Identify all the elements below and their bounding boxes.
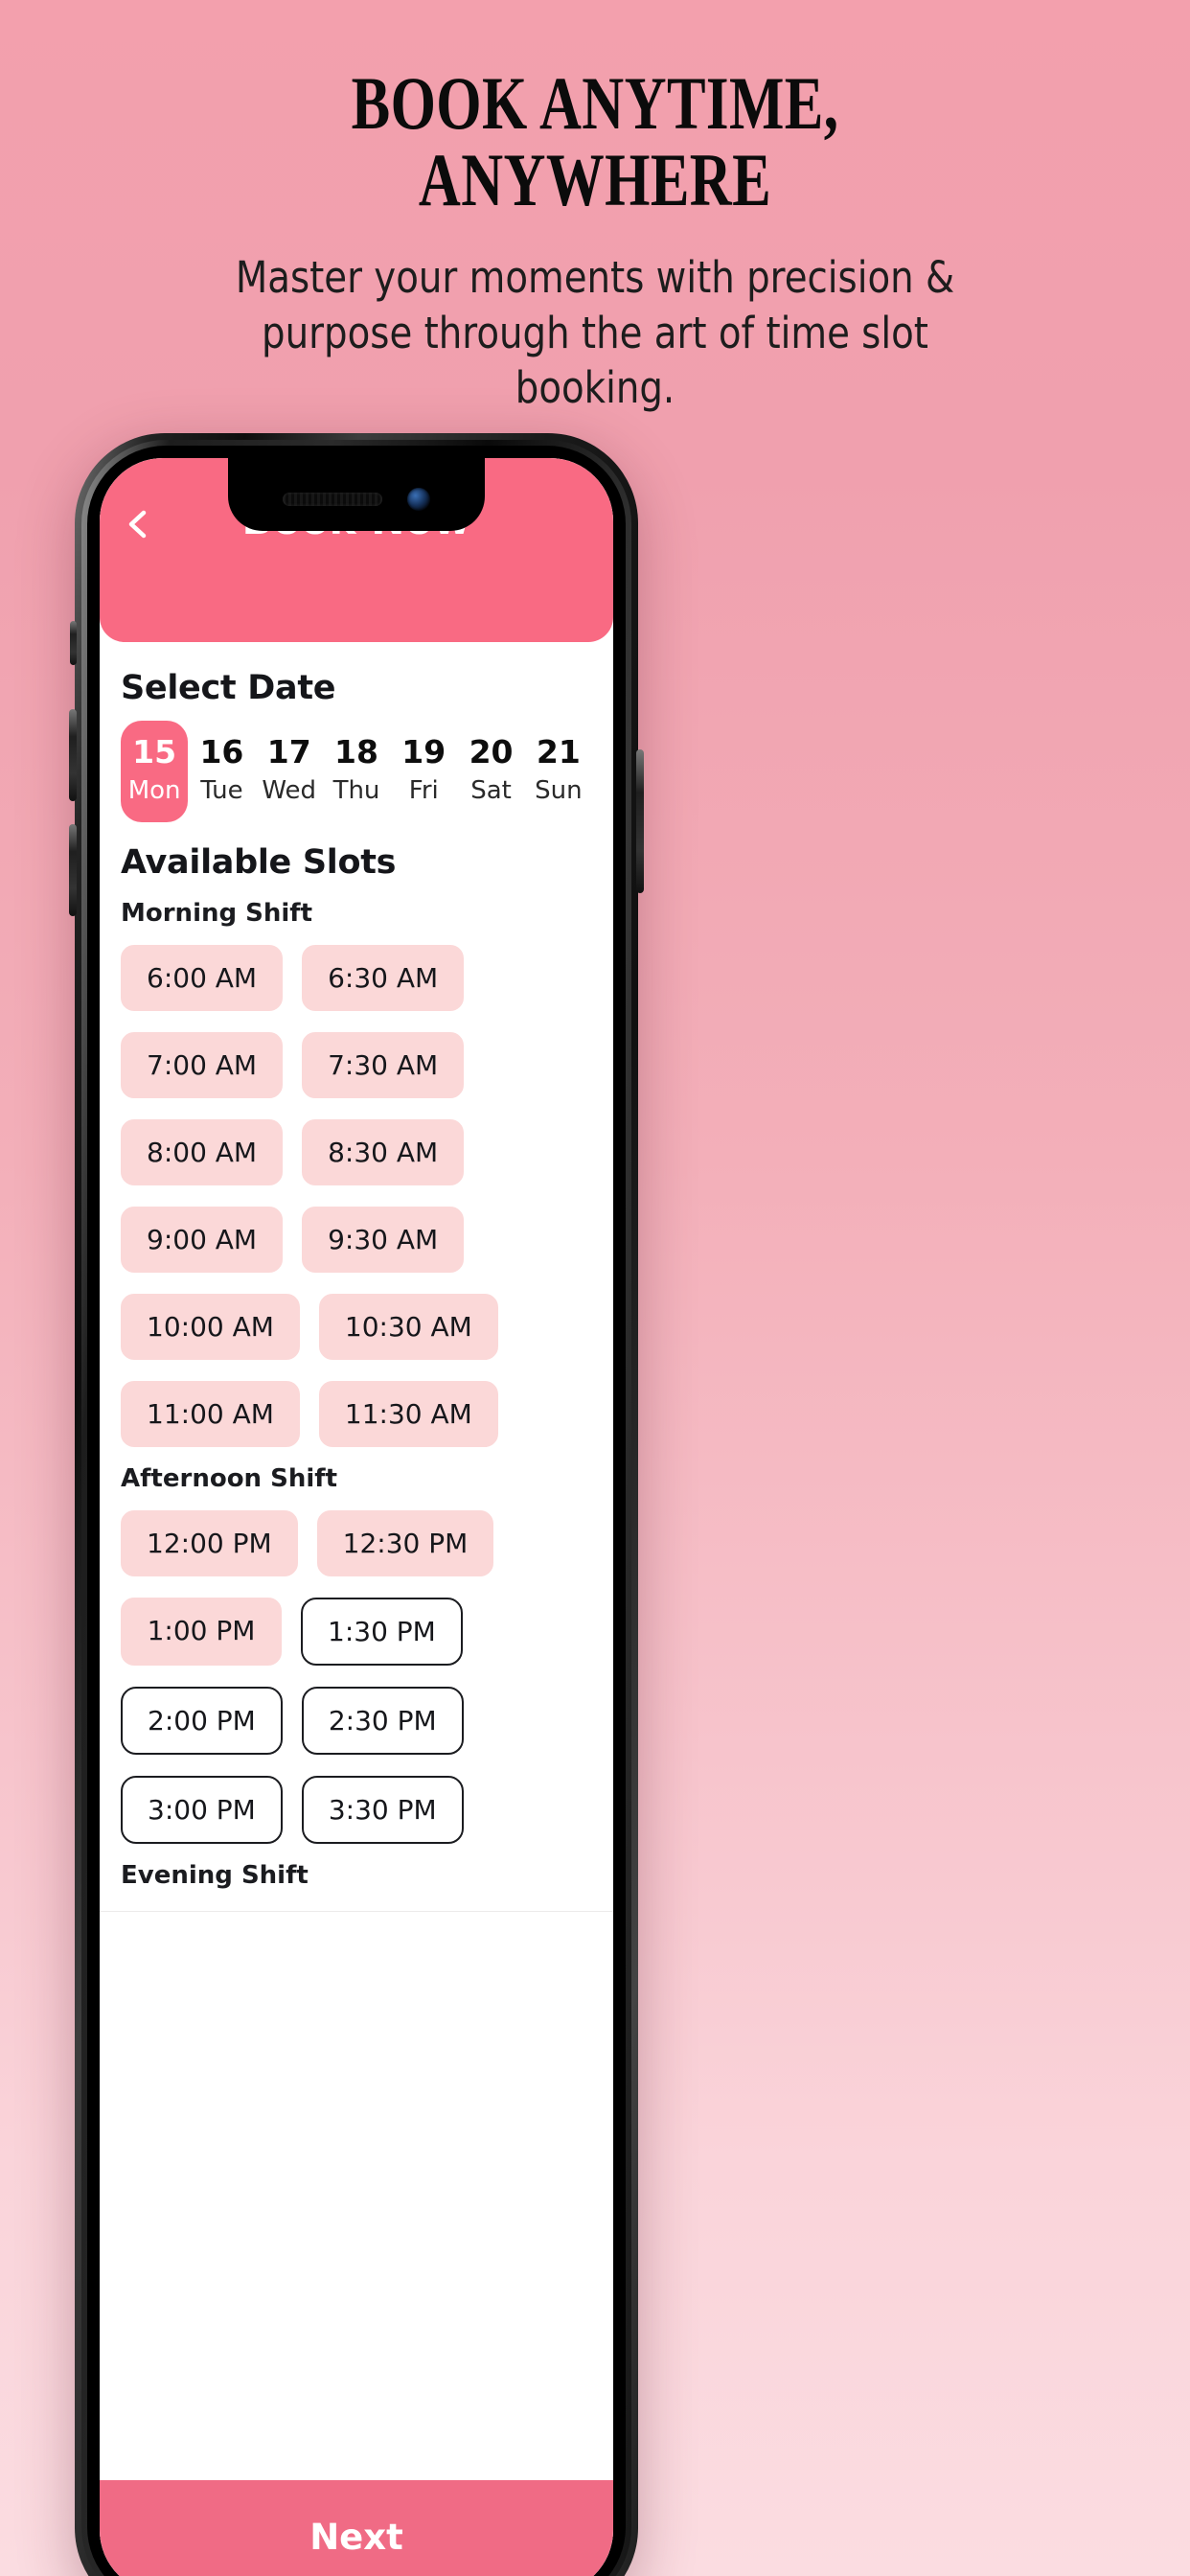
content-divider <box>100 1910 613 1912</box>
promo-subtitle: Master your moments with precision & pur… <box>235 252 955 414</box>
time-slot-button[interactable]: 2:00 PM <box>121 1686 283 1755</box>
date-chip-weekday: Tue <box>200 775 243 805</box>
time-slot-button[interactable]: 7:00 AM <box>121 1031 284 1098</box>
power-button[interactable] <box>636 749 644 893</box>
phone-screen: Book Now Select Date 15Mon16Tue17Wed18Th… <box>100 458 613 2576</box>
date-chip-day: 18 <box>334 733 378 770</box>
time-slot-button[interactable]: 2:30 PM <box>301 1686 464 1755</box>
time-slot-button[interactable]: 1:00 PM <box>121 1597 282 1666</box>
time-slot-button[interactable]: 11:30 AM <box>318 1380 498 1447</box>
booking-app: Book Now Select Date 15Mon16Tue17Wed18Th… <box>100 458 613 2576</box>
earpiece-speaker-icon <box>283 493 382 506</box>
time-slot-button[interactable]: 7:30 AM <box>302 1031 465 1098</box>
phone-mockup: Book Now Select Date 15Mon16Tue17Wed18Th… <box>69 433 644 2576</box>
shift-title: Morning Shift <box>121 898 313 928</box>
date-chip-17[interactable]: 17 Wed <box>256 721 323 822</box>
next-button-label: Next <box>309 2516 403 2558</box>
mute-switch[interactable] <box>70 621 77 665</box>
date-chip-day: 15 <box>132 733 177 770</box>
date-chip-weekday: Mon <box>127 775 181 805</box>
select-date-title: Select Date <box>121 669 336 707</box>
phone-notch <box>228 458 485 531</box>
date-chip-weekday: Thu <box>332 775 380 805</box>
promo-copy: BOOK ANYTIME, ANYWHERE Master your momen… <box>0 65 1190 416</box>
shift-sections: Morning Shift 6:00 AM 6:30 AM 7:00 AM 7:30 A… <box>121 899 592 1890</box>
date-chip-16[interactable]: 16 Tue <box>188 721 255 822</box>
date-chip-15[interactable]: 15 Mon <box>121 721 189 822</box>
time-slot-button[interactable]: 6:30 AM <box>302 944 465 1011</box>
date-chip-18[interactable]: 18 Thu <box>323 721 390 822</box>
slot-grid: 6:00 AM 6:30 AM 7:00 AM 7:30 AM 8:00 AM 8:30 … <box>121 944 592 1447</box>
time-slot-button[interactable]: 10:00 AM <box>121 1293 300 1360</box>
slot-grid: 12:00 PM 12:30 PM 1:00 PM 1:30 PM 2:00 PM 2:3… <box>121 1509 592 1844</box>
date-chip-weekday: Fri <box>408 775 439 805</box>
date-chip-20[interactable]: 20 Sat <box>457 721 524 822</box>
date-chip-19[interactable]: 19 Fri <box>390 721 457 822</box>
date-chip-weekday: Sun <box>535 775 583 805</box>
front-camera-icon <box>407 488 430 511</box>
promo-screenshot: BOOK ANYTIME, ANYWHERE Master your momen… <box>0 0 1190 2576</box>
volume-up-button[interactable] <box>69 709 77 801</box>
date-strip[interactable]: 15 Mon 16 Tue 17 Wed 18 Thu 19 Fri 20 Sat 21 Sun <box>121 721 592 822</box>
time-slot-button[interactable]: 3:00 PM <box>121 1775 283 1844</box>
date-chip-day: 20 <box>469 733 514 770</box>
time-slot-button[interactable]: 12:30 PM <box>316 1509 494 1576</box>
time-slot-button[interactable]: 8:30 AM <box>302 1118 465 1185</box>
available-slots-title: Available Slots <box>121 842 397 882</box>
next-button[interactable]: Next <box>100 2480 613 2576</box>
date-chip-21[interactable]: 21 Sun <box>525 721 592 822</box>
shift-title: Evening Shift <box>121 1860 309 1890</box>
app-content: Select Date 15 Mon 16 Tue 17 Wed 18 Thu 19 Fri 20 S… <box>100 642 613 2480</box>
headline-line-2: ANYWHERE <box>418 137 772 221</box>
date-chip-day: 21 <box>536 733 581 770</box>
page-title: BOOK ANYTIME, ANYWHERE <box>131 65 1060 218</box>
time-slot-button[interactable]: 12:00 PM <box>121 1509 298 1576</box>
time-slot-button[interactable]: 10:30 AM <box>318 1293 498 1360</box>
date-chip-weekday: Sat <box>470 775 512 805</box>
time-slot-button[interactable]: 8:00 AM <box>121 1118 284 1185</box>
date-chip-day: 16 <box>199 733 244 770</box>
volume-down-button[interactable] <box>69 824 77 916</box>
time-slot-button[interactable]: 6:00 AM <box>121 944 284 1011</box>
headline-line-1: BOOK ANYTIME, <box>351 61 839 145</box>
time-slot-button[interactable]: 9:30 AM <box>302 1206 465 1273</box>
shift-title: Afternoon Shift <box>121 1463 338 1493</box>
time-slot-button[interactable]: 9:00 AM <box>121 1206 284 1273</box>
time-slot-button[interactable]: 3:30 PM <box>301 1775 464 1844</box>
date-chip-day: 17 <box>266 733 311 770</box>
time-slot-button[interactable]: 11:00 AM <box>121 1380 300 1447</box>
date-chip-day: 19 <box>401 733 446 770</box>
time-slot-button[interactable]: 1:30 PM <box>301 1597 463 1666</box>
date-chip-weekday: Wed <box>262 775 317 805</box>
